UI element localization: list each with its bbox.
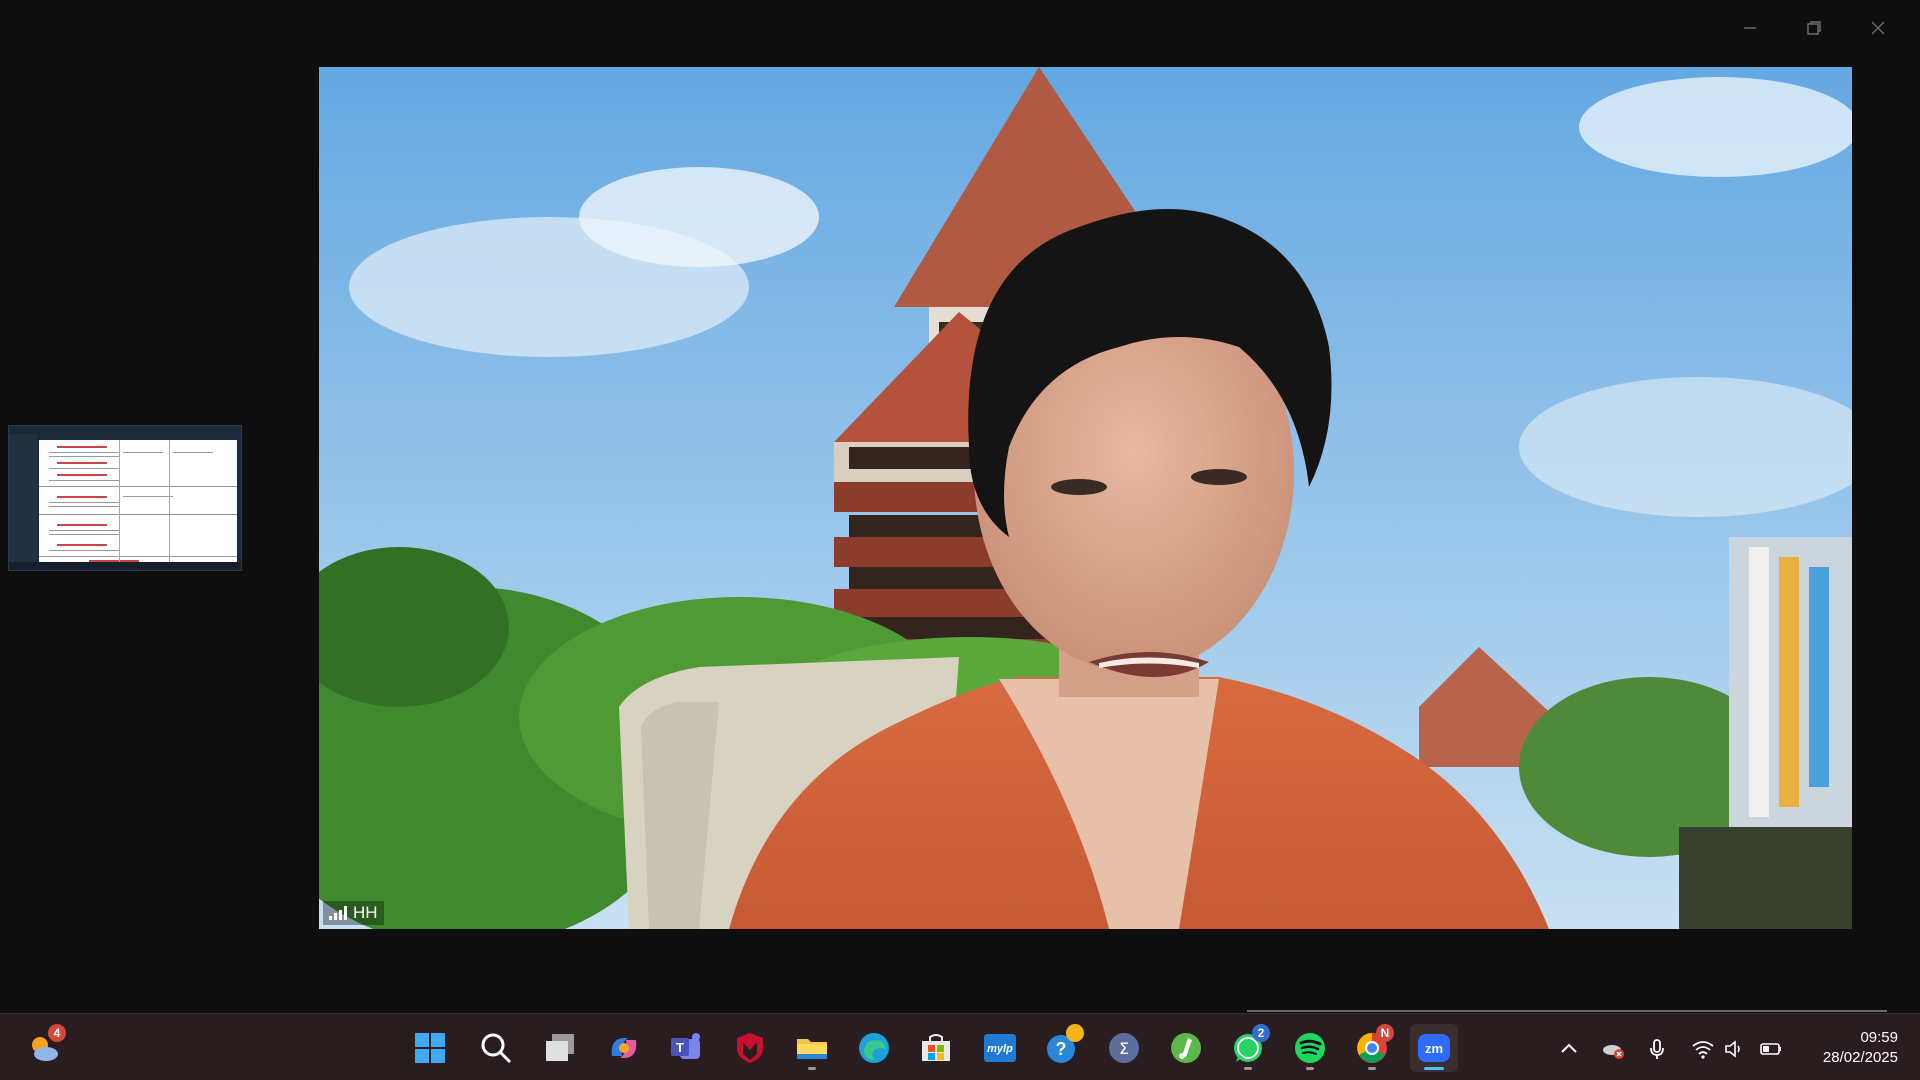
chrome-button[interactable]: N [1348, 1024, 1396, 1072]
active-app-indicator [1424, 1067, 1444, 1070]
search-icon [481, 1033, 512, 1064]
folder-icon [797, 1039, 827, 1059]
show-hidden-icons-button[interactable] [1554, 1034, 1584, 1064]
running-indicator [1306, 1067, 1314, 1070]
thumbnail-statusbar [9, 562, 241, 570]
battery-icon [1760, 1043, 1781, 1055]
start-button[interactable] [406, 1024, 454, 1072]
battery-button[interactable] [1756, 1034, 1786, 1064]
widgets-badge: 4 [48, 1024, 66, 1042]
running-indicator [1368, 1067, 1376, 1070]
minimize-button[interactable] [1722, 10, 1778, 46]
close-icon [1871, 21, 1885, 35]
mylp-app-icon: mylp [984, 1034, 1016, 1062]
windows-taskbar: 4 T mylp ? Σ 2 N zm 09:59 28/02/2025 [0, 1013, 1920, 1080]
divider-line [1247, 1010, 1887, 1012]
close-button[interactable] [1850, 10, 1906, 46]
help-notification-dot [1066, 1024, 1084, 1042]
spotify-button[interactable] [1286, 1024, 1334, 1072]
whatsapp-unread-badge: 2 [1252, 1024, 1270, 1042]
thumbnail-titlebar [9, 426, 241, 434]
edge-browser-icon [859, 1033, 889, 1063]
zoom-app-icon: zm [1418, 1034, 1450, 1062]
virtual-background-scene [319, 67, 1852, 929]
windows-logo-icon [415, 1033, 445, 1063]
restore-icon [1807, 21, 1821, 35]
cloud-sync-error-icon [1603, 1045, 1624, 1059]
thumbnail-sidebar [9, 434, 37, 562]
chevron-up-icon [1561, 1043, 1577, 1053]
microsoft-store-button[interactable] [912, 1024, 960, 1072]
store-bag-icon [922, 1034, 950, 1061]
wifi-icon [1692, 1041, 1714, 1059]
get-help-button[interactable]: ? [1038, 1024, 1086, 1072]
shared-screen-thumbnail[interactable] [8, 425, 242, 571]
speaker-icon [1725, 1040, 1740, 1058]
network-button[interactable] [1688, 1034, 1718, 1064]
running-indicator [1244, 1067, 1252, 1070]
svg-text:zm: zm [1425, 1041, 1443, 1056]
teams-button[interactable]: T [662, 1024, 710, 1072]
green-app-button[interactable] [1162, 1024, 1210, 1072]
restore-button[interactable] [1786, 10, 1842, 46]
edge-button[interactable] [850, 1024, 898, 1072]
thumbnail-document [39, 440, 237, 564]
math-solver-button[interactable]: Σ [1100, 1024, 1148, 1072]
whatsapp-button[interactable]: 2 [1224, 1024, 1272, 1072]
volume-button[interactable] [1720, 1034, 1750, 1064]
chrome-profile-badge: N [1376, 1024, 1394, 1042]
clock-date: 28/02/2025 [1822, 1049, 1898, 1066]
music-leaf-icon [1171, 1033, 1201, 1063]
svg-text:Σ: Σ [1119, 1039, 1129, 1058]
math-sigma-icon: Σ [1109, 1033, 1139, 1063]
zoom-meeting-window: HH 4 T mylp ? Σ 2 N zm 09:59 28/02/2025 [0, 0, 1920, 1080]
clock-time: 09:59 [1860, 1029, 1898, 1046]
copilot-icon [611, 1038, 637, 1058]
onedrive-tray-button[interactable] [1598, 1034, 1628, 1064]
mcafee-button[interactable] [726, 1024, 774, 1072]
spotify-icon [1295, 1033, 1325, 1063]
clock-button[interactable]: 09:59 28/02/2025 [1823, 1028, 1898, 1068]
teams-icon: T [671, 1033, 700, 1059]
connection-strength-icon [329, 906, 347, 920]
active-speaker-video[interactable]: HH [319, 67, 1852, 929]
widgets-button[interactable]: 4 [20, 1024, 68, 1072]
copilot-button[interactable] [600, 1024, 648, 1072]
running-indicator [808, 1067, 816, 1070]
zoom-button[interactable]: zm [1410, 1024, 1458, 1072]
participant-name: HH [353, 903, 378, 922]
task-view-button[interactable] [536, 1024, 584, 1072]
svg-text:?: ? [1056, 1039, 1067, 1059]
task-view-icon [546, 1034, 574, 1061]
svg-text:T: T [676, 1040, 684, 1055]
file-explorer-button[interactable] [788, 1024, 836, 1072]
svg-text:mylp: mylp [987, 1043, 1013, 1055]
search-button[interactable] [472, 1024, 520, 1072]
mylp-button[interactable]: mylp [976, 1024, 1024, 1072]
minimize-icon [1744, 27, 1756, 29]
microphone-tray-button[interactable] [1642, 1034, 1672, 1064]
microphone-icon [1650, 1039, 1664, 1059]
mcafee-shield-icon [737, 1033, 763, 1063]
participant-label: HH [323, 901, 384, 925]
